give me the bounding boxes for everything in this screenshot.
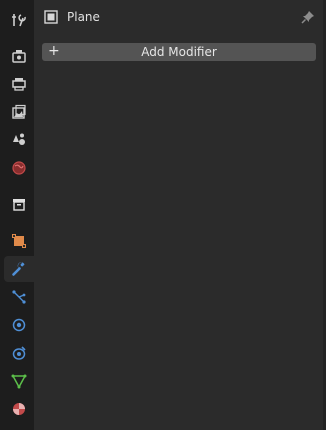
plus-icon: + [48, 43, 60, 59]
tab-physics[interactable] [6, 312, 32, 338]
add-modifier-button[interactable]: + Add Modifier [42, 43, 316, 61]
object-icon [12, 234, 26, 248]
tab-view-layer[interactable] [6, 99, 32, 125]
tab-data[interactable] [6, 368, 32, 394]
tab-world[interactable] [6, 155, 32, 181]
tab-collection[interactable] [6, 191, 32, 217]
tab-scene[interactable] [6, 127, 32, 153]
tab-tool[interactable] [6, 7, 32, 33]
pin-icon[interactable] [300, 9, 316, 25]
view-layer-icon [12, 104, 26, 119]
tab-modifiers[interactable] [4, 256, 34, 282]
mesh-object-icon [44, 10, 58, 24]
collection-icon [13, 199, 25, 211]
constraints-icon [12, 346, 26, 360]
tab-material[interactable] [6, 396, 32, 422]
output-icon [12, 78, 26, 91]
modifier-wrench-icon [12, 262, 25, 276]
physics-icon [12, 318, 26, 332]
object-name: Plane [67, 10, 100, 24]
modifier-properties-panel: Plane + Add Modifier [34, 0, 326, 430]
scene-icon [13, 133, 25, 145]
material-icon [13, 403, 25, 415]
tool-icon [12, 14, 26, 27]
render-icon [12, 50, 26, 63]
properties-tab-bar [0, 0, 34, 430]
tab-particles[interactable] [6, 284, 32, 310]
world-icon [12, 161, 26, 175]
tab-object[interactable] [6, 228, 32, 254]
data-mesh-icon [11, 374, 27, 389]
particles-icon [12, 290, 26, 304]
tab-render[interactable] [6, 43, 32, 69]
properties-header: Plane [34, 0, 326, 34]
add-modifier-label: Add Modifier [141, 45, 217, 59]
tab-constraints[interactable] [6, 340, 32, 366]
tab-output[interactable] [6, 71, 32, 97]
